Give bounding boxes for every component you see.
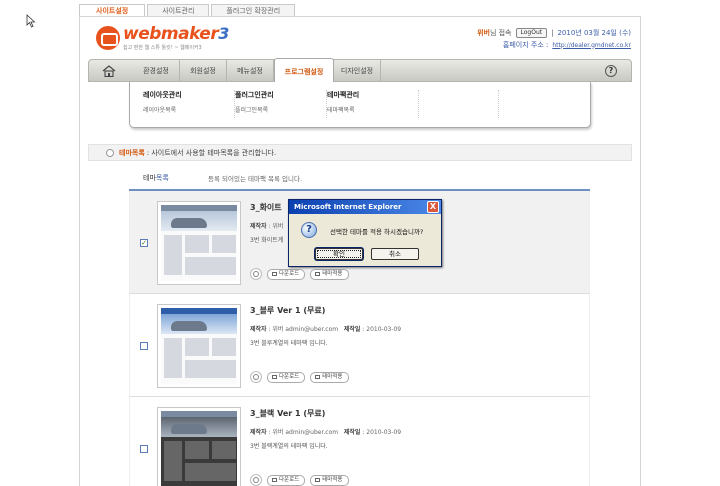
theme-checkbox[interactable] [140,342,148,350]
section-title-b: 목록 [155,174,169,182]
confirm-dialog: Microsoft Internet Explorer X ? 선택한 테마를 … [288,199,442,267]
homepage-url-link[interactable]: http://dealer.gmdnet.co.kr [552,42,631,49]
nav-item-members[interactable]: 회원설정 [180,60,227,82]
theme-description: 3번 화이트계 [250,237,284,244]
theme-checkbox[interactable]: ✓ [140,239,148,247]
program-submenu: 레이아웃관리 레이아웃목록 플러그인관리 플러그인목록 테마팩관리 테마팩목록 [129,82,591,128]
submenu-link-layout-list[interactable]: 레이아웃목록 [143,105,234,114]
theme-description: 3번 블랙계열의 테마팩 입니다. [250,443,328,450]
theme-thumbnail[interactable] [157,304,241,388]
page-info-bar: 테마목록 : 사이트에서 사용할 테마목록을 관리합니다. [88,144,632,161]
section-title: 테마목록 [143,173,169,183]
close-icon[interactable]: X [427,201,439,213]
submenu-title-theme[interactable]: 테마팩관리 [327,90,418,100]
theme-name: 3_블루 Ver 1 (무료) [250,306,326,315]
header-connected-text: 님 접속 [489,29,512,37]
nav-item-program[interactable]: 프로그램설정 [274,58,334,83]
dialog-message: 선택한 테마를 적용 하시겠습니까? [330,228,424,236]
home-icon[interactable] [102,65,116,77]
download-button[interactable]: 다운로드 [267,474,306,486]
theme-author: : 위버 admin@uber.com [268,429,339,436]
logo-version: 3 [218,24,229,43]
theme-row: 3_블랙 Ver 1 (무료) 제작자 : 위버 admin@uber.com … [129,397,590,486]
theme-author-label: 제작자 [250,326,267,333]
theme-author-label: 제작자 [250,223,267,230]
logo-word: webmaker [123,24,219,44]
download-icon [272,272,277,276]
theme-row: 3_블루 Ver 1 (무료) 제작자 : 위버 admin@uber.com … [129,294,590,397]
theme-author-label: 제작자 [250,429,267,436]
submenu-link-theme-list[interactable]: 테마팩목록 [327,105,418,114]
submenu-column-empty [407,90,499,118]
section-description: 등록 되어있는 테마팩 목록 입니다. [208,175,303,183]
zoom-icon[interactable] [250,474,262,486]
header-username: 위버 [477,29,490,37]
theme-description: 3번 블루계열의 테마팩 입니다. [250,340,328,347]
download-icon [272,478,277,482]
theme-author: : 위버 [268,223,284,230]
download-button[interactable]: 다운로드 [267,268,306,280]
logo-tagline: 쉽고 편한 웹 스튜 툴킷! ~ 웹메이커3 [123,45,202,51]
section-title-a: 테마 [143,174,156,182]
cancel-button[interactable]: 취소 [371,248,419,260]
zoom-icon[interactable] [250,371,262,383]
submenu-column-theme: 테마팩관리 테마팩목록 [327,90,419,118]
help-icon[interactable]: ? [605,65,617,77]
info-description: : 사이트에서 사용할 테마목록을 관리합니다. [146,148,277,157]
download-button[interactable]: 다운로드 [267,371,306,383]
theme-author: : 위버 admin@uber.com [268,326,339,333]
apply-icon [315,375,321,379]
submenu-link-plugin-list[interactable]: 플러그인목록 [235,105,326,114]
submenu-title-plugin[interactable]: 플러그인관리 [235,90,326,100]
homepage-label: 홈페이지 주소 : [502,41,549,49]
apply-theme-button[interactable]: 테마적용 [310,268,349,280]
theme-name: 3_화이트 [250,203,282,212]
logo[interactable]: webmaker3 쉽고 편한 웹 스튜 툴킷! ~ 웹메이커3 [96,25,229,51]
main-nav-bar: 환경설정 회원설정 메뉴설정 프로그램설정 디자인설정 ? [88,58,632,83]
nav-item-menu[interactable]: 메뉴설정 [227,60,274,82]
theme-thumbnail[interactable] [157,407,241,486]
theme-checkbox[interactable] [140,445,148,453]
ok-button[interactable]: 확인 [315,248,363,260]
info-title: 테마목록 [119,148,145,157]
theme-date: : 2010-03-09 [362,326,402,333]
zoom-icon[interactable] [250,268,262,280]
download-icon [272,375,277,379]
submenu-column-layout: 레이아웃관리 레이아웃목록 [143,90,235,118]
info-bullet-icon [106,148,114,157]
nav-item-environment[interactable]: 환경설정 [133,60,180,82]
mouse-cursor-icon [26,14,36,28]
nav-item-design[interactable]: 디자인설정 [334,60,381,82]
apply-icon [315,478,321,482]
header-date: 2010년 03월 24일 (수) [557,29,631,37]
theme-thumbnail[interactable] [157,201,241,285]
logo-mark-icon [96,26,120,50]
apply-icon [315,272,321,276]
submenu-column-plugin: 플러그인관리 플러그인목록 [235,90,327,118]
dialog-title: Microsoft Internet Explorer [294,203,402,211]
theme-name: 3_블랙 Ver 1 (무료) [250,409,326,418]
theme-date: : 2010-03-09 [362,429,402,436]
apply-theme-button[interactable]: 테마적용 [310,371,349,383]
logout-button[interactable]: LogOut [515,28,548,38]
theme-date-label: 제작일 [343,326,361,333]
theme-date-label: 제작일 [343,429,361,436]
question-icon: ? [301,222,317,238]
header-user-info: 위버님 접속 LogOut | 2010년 03월 24일 (수) 홈페이지 주… [477,28,631,49]
apply-theme-button[interactable]: 테마적용 [310,474,349,486]
submenu-title-layout[interactable]: 레이아웃관리 [143,90,234,100]
